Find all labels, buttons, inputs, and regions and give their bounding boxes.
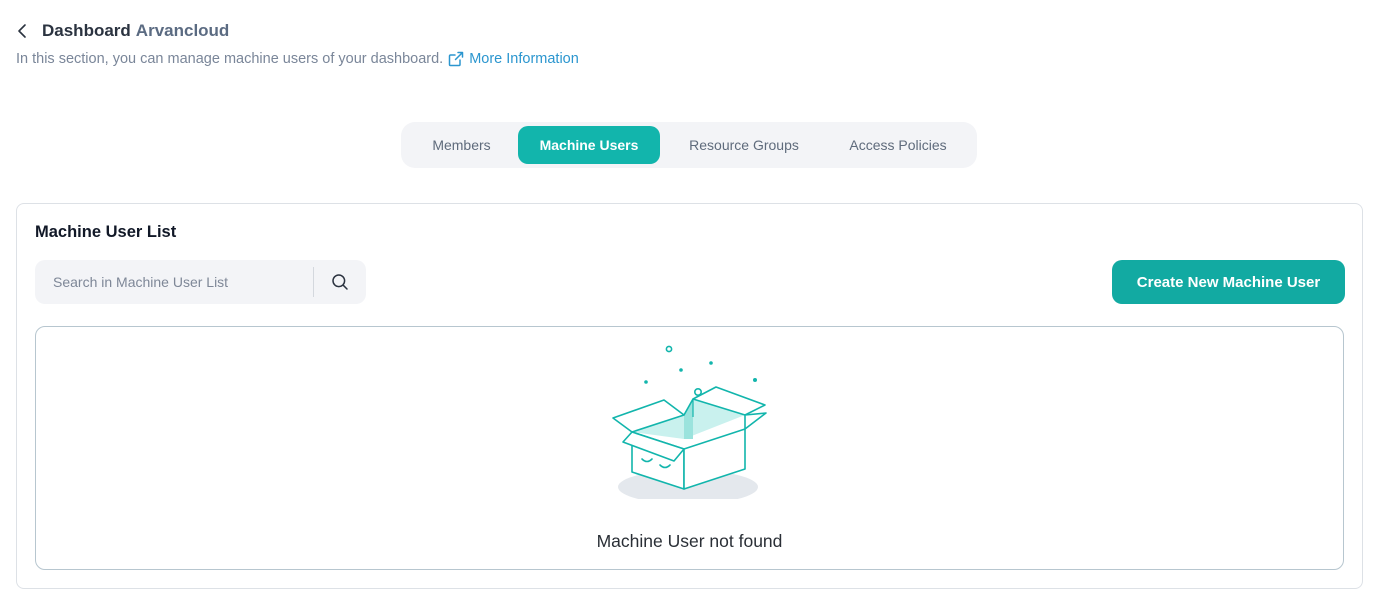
empty-box-illustration xyxy=(612,345,767,499)
create-machine-user-button[interactable]: Create New Machine User xyxy=(1112,260,1345,304)
back-button[interactable] xyxy=(14,20,30,42)
subtitle-text: In this section, you can manage machine … xyxy=(16,51,444,67)
machine-user-card: Machine User List Create New Machine Use… xyxy=(16,203,1363,589)
search-button[interactable] xyxy=(314,260,366,304)
page-title: Dashboard xyxy=(42,21,131,40)
page-title-accent: Arvancloud xyxy=(135,21,230,40)
search-box xyxy=(35,260,366,304)
empty-state: Machine User not found xyxy=(35,326,1344,570)
tab-bar: Members Machine Users Resource Groups Ac… xyxy=(401,122,977,168)
title-row: Dashboard Arvancloud xyxy=(14,18,579,44)
empty-state-message: Machine User not found xyxy=(596,531,783,551)
page-subtitle: In this section, you can manage machine … xyxy=(16,48,579,70)
chevron-left-icon xyxy=(18,24,26,38)
tab-members[interactable]: Members xyxy=(405,126,518,164)
search-icon xyxy=(332,274,348,290)
more-information-label: More Information xyxy=(469,51,579,67)
tab-machine-users[interactable]: Machine Users xyxy=(518,126,660,164)
card-title: Machine User List xyxy=(35,223,177,241)
tab-resource-groups[interactable]: Resource Groups xyxy=(660,126,828,164)
search-input[interactable] xyxy=(35,260,313,304)
more-information-link[interactable]: More Information xyxy=(448,51,579,67)
tab-access-policies[interactable]: Access Policies xyxy=(828,126,968,164)
external-link-icon xyxy=(448,51,464,67)
page-header: Dashboard Arvancloud In this section, yo… xyxy=(14,18,579,70)
